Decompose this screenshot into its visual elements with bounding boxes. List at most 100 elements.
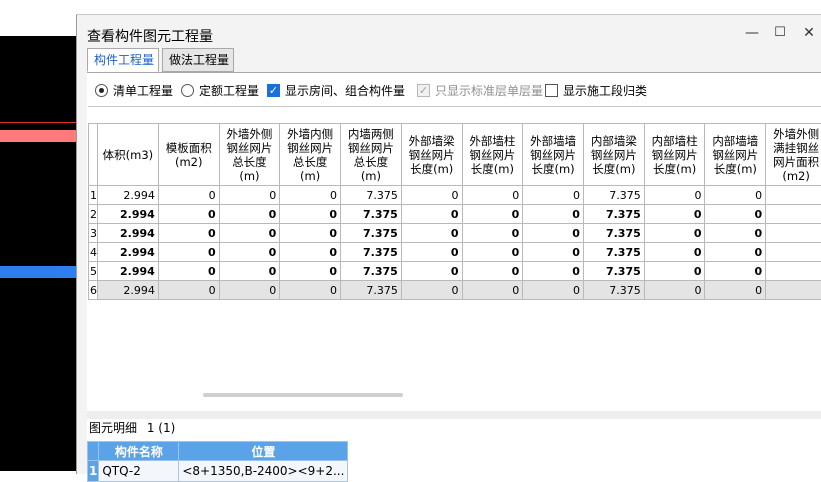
grid-cell[interactable]: 0 xyxy=(219,224,280,243)
grid-cell[interactable]: 7.375 xyxy=(341,243,402,262)
grid-cell[interactable]: 0 xyxy=(523,262,584,281)
grid-cell[interactable] xyxy=(766,281,821,300)
grid-cell[interactable]: 0 xyxy=(158,186,219,205)
grid-cell[interactable]: 0 xyxy=(644,224,705,243)
grid-cell[interactable]: 0 xyxy=(462,243,523,262)
grid-column-header[interactable]: 外部墙墙钢丝网片长度(m) xyxy=(523,124,584,186)
quantity-grid[interactable]: 体积(m3)模板面积(m2)外墙外侧钢丝网片总长度(m)外墙内侧钢丝网片总长度(… xyxy=(88,106,821,411)
grid-cell[interactable]: 7.375 xyxy=(583,243,644,262)
grid-cell[interactable]: 0 xyxy=(401,243,462,262)
grid-cell[interactable]: 0 xyxy=(401,186,462,205)
detail-row-number[interactable]: 1 xyxy=(88,461,99,482)
table-row[interactable]: 12.9940007.3750007.37500 xyxy=(89,186,821,205)
grid-cell[interactable]: 0 xyxy=(523,243,584,262)
grid-column-header[interactable]: 内部墙梁钢丝网片长度(m) xyxy=(583,124,644,186)
grid-cell[interactable]: 0 xyxy=(219,262,280,281)
grid-cell[interactable]: 0 xyxy=(523,205,584,224)
tab-method-quantity[interactable]: 做法工程量 xyxy=(162,48,234,72)
grid-cell[interactable]: 0 xyxy=(644,281,705,300)
radio-bill-quantity[interactable]: 清单工程量 xyxy=(95,82,179,100)
table-row[interactable]: 42.9940007.3750007.37500 xyxy=(89,243,821,262)
detail-cell-position[interactable]: <8+1350,B-2400><9+2... xyxy=(179,461,348,482)
grid-cell[interactable]: 7.375 xyxy=(583,224,644,243)
grid-cell[interactable]: 0 xyxy=(523,224,584,243)
grid-cell[interactable]: 0 xyxy=(158,205,219,224)
grid-cell[interactable] xyxy=(766,262,821,281)
grid-cell[interactable]: 0 xyxy=(523,186,584,205)
grid-column-header[interactable]: 内部墙墙钢丝网片长度(m) xyxy=(705,124,766,186)
grid-cell[interactable]: 7.375 xyxy=(341,186,402,205)
radio-quota-quantity[interactable]: 定额工程量 xyxy=(181,82,265,100)
grid-cell[interactable]: 7.375 xyxy=(341,262,402,281)
grid-cell[interactable] xyxy=(766,205,821,224)
grid-cell[interactable]: 0 xyxy=(280,243,341,262)
row-number[interactable]: 1 xyxy=(89,186,98,205)
grid-cell[interactable] xyxy=(766,243,821,262)
checkbox-show-rooms[interactable]: ✓ 显示房间、组合构件量 xyxy=(267,82,411,100)
grid-column-header[interactable]: 外墙外侧满挂钢丝网片面积(m2) xyxy=(766,124,821,186)
grid-cell[interactable]: 0 xyxy=(158,224,219,243)
horizontal-scrollbar[interactable] xyxy=(203,393,403,397)
row-number[interactable]: 3 xyxy=(89,224,98,243)
table-row[interactable]: 52.9940007.3750007.37500 xyxy=(89,262,821,281)
grid-cell[interactable]: 2.994 xyxy=(98,186,159,205)
grid-cell[interactable]: 0 xyxy=(158,281,219,300)
grid-cell[interactable]: 0 xyxy=(644,205,705,224)
grid-cell[interactable]: 0 xyxy=(219,243,280,262)
grid-cell[interactable]: 0 xyxy=(462,205,523,224)
grid-column-header[interactable]: 体积(m3) xyxy=(98,124,159,186)
grid-cell[interactable]: 0 xyxy=(705,186,766,205)
detail-table[interactable]: 构件名称 位置 1QTQ-2<8+1350,B-2400><9+2... xyxy=(87,441,348,482)
grid-cell[interactable]: 0 xyxy=(158,262,219,281)
grid-cell[interactable]: 0 xyxy=(462,262,523,281)
grid-cell[interactable]: 0 xyxy=(280,224,341,243)
grid-cell[interactable]: 0 xyxy=(644,186,705,205)
detail-header-position[interactable]: 位置 xyxy=(179,442,348,461)
grid-cell[interactable]: 7.375 xyxy=(341,281,402,300)
grid-cell[interactable]: 0 xyxy=(705,243,766,262)
grid-cell[interactable]: 0 xyxy=(401,205,462,224)
row-number[interactable]: 6 xyxy=(89,281,98,300)
grid-cell[interactable]: 0 xyxy=(280,262,341,281)
grid-cell[interactable]: 0 xyxy=(219,186,280,205)
grid-column-header[interactable]: 模板面积(m2) xyxy=(158,124,219,186)
minimize-icon[interactable]: — xyxy=(741,23,763,43)
grid-cell[interactable]: 7.375 xyxy=(583,205,644,224)
grid-cell[interactable]: 2.994 xyxy=(98,224,159,243)
grid-cell[interactable]: 0 xyxy=(462,224,523,243)
grid-column-header[interactable]: 内部墙柱钢丝网片长度(m) xyxy=(644,124,705,186)
grid-column-header[interactable]: 外墙外侧钢丝网片总长度(m) xyxy=(219,124,280,186)
grid-cell[interactable]: 7.375 xyxy=(583,186,644,205)
grid-cell[interactable]: 2.994 xyxy=(98,205,159,224)
grid-cell[interactable]: 7.375 xyxy=(583,281,644,300)
grid-cell[interactable]: 0 xyxy=(280,281,341,300)
grid-cell[interactable]: 0 xyxy=(401,262,462,281)
grid-cell[interactable]: 0 xyxy=(705,262,766,281)
grid-cell[interactable]: 0 xyxy=(523,281,584,300)
grid-cell[interactable]: 0 xyxy=(644,243,705,262)
grid-cell[interactable]: 0 xyxy=(219,281,280,300)
tab-component-quantity[interactable]: 构件工程量 xyxy=(87,48,159,72)
grid-cell[interactable]: 0 xyxy=(158,243,219,262)
grid-column-header[interactable]: 外部墙梁钢丝网片长度(m) xyxy=(401,124,462,186)
grid-cell[interactable]: 0 xyxy=(462,186,523,205)
grid-cell[interactable]: 0 xyxy=(705,205,766,224)
grid-cell[interactable]: 0 xyxy=(219,205,280,224)
row-number[interactable]: 2 xyxy=(89,205,98,224)
grid-cell[interactable]: 0 xyxy=(280,186,341,205)
grid-cell[interactable]: 2.994 xyxy=(98,262,159,281)
detail-header-name[interactable]: 构件名称 xyxy=(99,442,179,461)
table-row[interactable]: 22.9940007.3750007.37500 xyxy=(89,205,821,224)
grid-cell[interactable] xyxy=(766,186,821,205)
grid-cell[interactable]: 0 xyxy=(401,224,462,243)
grid-cell[interactable]: 2.994 xyxy=(98,281,159,300)
table-row[interactable]: 62.9940007.3750007.37500 xyxy=(89,281,821,300)
checkbox-construction-stage[interactable]: 显示施工段归类 xyxy=(545,82,653,100)
row-number[interactable]: 5 xyxy=(89,262,98,281)
grid-cell[interactable]: 0 xyxy=(705,281,766,300)
grid-cell[interactable]: 0 xyxy=(705,224,766,243)
close-icon[interactable]: ✕ xyxy=(798,23,820,43)
grid-cell[interactable]: 7.375 xyxy=(341,205,402,224)
grid-cell[interactable]: 7.375 xyxy=(583,262,644,281)
grid-column-header[interactable]: 外部墙柱钢丝网片长度(m) xyxy=(462,124,523,186)
